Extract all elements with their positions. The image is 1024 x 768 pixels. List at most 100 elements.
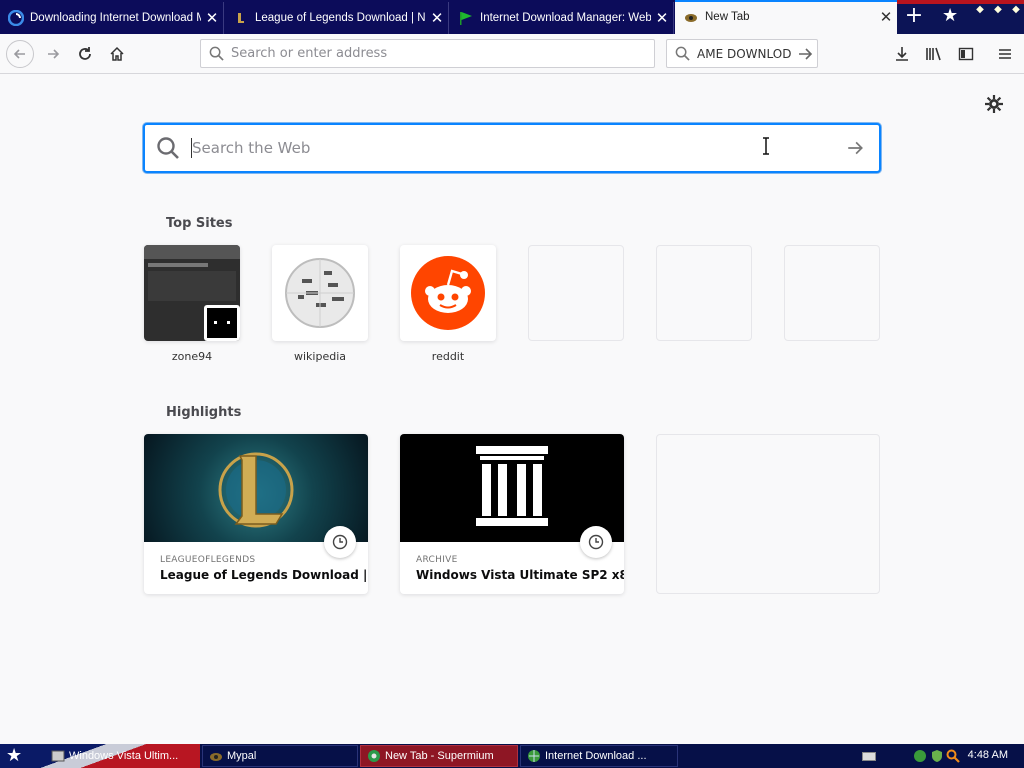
blue-spiral-icon [8, 10, 24, 26]
wikipedia-globe-icon [285, 258, 355, 328]
idm-globe-icon [528, 750, 540, 762]
site-label: wikipedia [293, 350, 346, 363]
highlight-card-empty [656, 434, 880, 594]
top-site-empty[interactable] [784, 245, 880, 341]
top-site-wikipedia[interactable]: wikipedia [272, 245, 368, 363]
tab-downloading-idm[interactable]: Downloading Internet Download Manager ✕ [0, 2, 224, 34]
back-arrow-icon [13, 49, 25, 59]
taskbar-item-idm[interactable]: Internet Download ... [520, 745, 678, 767]
highlights-heading: Highlights [166, 405, 242, 420]
empty-tile [528, 245, 624, 341]
address-bar[interactable]: Search or enter address [200, 39, 655, 68]
download-arrow-icon [896, 47, 908, 61]
close-icon[interactable]: ✕ [875, 8, 897, 26]
taskbar-item-label: Windows Vista Ultim... [69, 750, 179, 762]
close-icon[interactable]: ✕ [651, 9, 673, 27]
top-sites-heading: Top Sites [166, 216, 233, 231]
clock-icon [324, 526, 356, 558]
maximize-icon[interactable]: ◆ [990, 3, 1006, 17]
taskbar-item-label: Internet Download ... [545, 750, 647, 762]
minimize-icon[interactable]: ◆ [972, 3, 988, 17]
forward-arrow-icon [48, 49, 60, 59]
star-icon[interactable]: ★ [942, 4, 962, 28]
search-icon [145, 136, 191, 160]
close-icon[interactable]: ✕ [426, 9, 448, 27]
highlight-card-archive[interactable]: ARCHIVE Windows Vista Ultimate SP2 x86..… [400, 434, 624, 594]
site-thumbnail [144, 245, 240, 341]
network-icon[interactable] [912, 748, 928, 764]
site-thumbnail [400, 245, 496, 341]
library-button[interactable] [920, 40, 948, 68]
home-icon [110, 46, 124, 61]
search-bar-value: AME DOWNLOD [697, 46, 792, 61]
close-window-icon[interactable]: ◆ [1008, 3, 1024, 17]
taskbar-item-label: Mypal [227, 750, 257, 762]
keyboard-icon[interactable] [862, 750, 876, 762]
empty-tile [784, 245, 880, 341]
site-thumbnail [272, 245, 368, 341]
address-placeholder: Search or enter address [231, 46, 388, 61]
top-site-empty[interactable] [528, 245, 624, 341]
league-icon [238, 13, 244, 23]
site-favicon [204, 305, 240, 341]
forward-button[interactable] [39, 40, 67, 68]
top-site-zone94[interactable]: zone94 [144, 245, 240, 363]
new-tab-button[interactable]: + [902, 4, 926, 28]
tab-title: League of Legends Download | Nowa [255, 12, 426, 24]
highlight-title: League of Legends Download | ... [160, 568, 368, 582]
security-icon[interactable] [930, 749, 944, 763]
eye-icon [685, 14, 697, 22]
tab-league[interactable]: League of Legends Download | Nowa ✕ [225, 2, 449, 34]
taskbar-item-mypal[interactable]: Mypal [202, 745, 358, 767]
taskbar-item-vista[interactable]: Windows Vista Ultim... [44, 745, 200, 767]
menu-button[interactable] [991, 40, 1019, 68]
highlight-title: Windows Vista Ultimate SP2 x86... [416, 568, 624, 582]
taskbar-item-label: New Tab - Supermium [385, 750, 494, 762]
home-button[interactable] [103, 40, 131, 68]
tab-new-tab[interactable]: New Tab ✕ [675, 0, 897, 34]
web-search-placeholder: Search the Web [192, 139, 311, 157]
sidebar-button[interactable] [952, 40, 980, 68]
start-button-star-icon[interactable]: ★ [6, 746, 26, 766]
empty-tile [656, 245, 752, 341]
search-icon [667, 46, 697, 61]
highlight-source: LEAGUEOFLEGENDS [160, 555, 256, 565]
taskbar: ★ Windows Vista Ultim... Mypal New Tab -… [0, 744, 1024, 768]
library-icon [926, 47, 941, 61]
tab-strip: Downloading Internet Download Manager ✕ … [0, 0, 1024, 34]
tab-idm-web[interactable]: Internet Download Manager: Web ✕ [450, 2, 674, 34]
back-button[interactable] [6, 40, 34, 68]
taskbar-item-supermium[interactable]: New Tab - Supermium [360, 745, 518, 767]
highlight-source: ARCHIVE [416, 555, 458, 565]
system-clock[interactable]: 4:48 AM [968, 749, 1008, 761]
gear-icon[interactable] [984, 94, 1004, 114]
search-submit-arrow-icon[interactable] [831, 139, 879, 157]
reload-icon [79, 47, 91, 60]
site-label: zone94 [171, 350, 213, 363]
top-site-empty[interactable] [656, 245, 752, 341]
window-app-icon [51, 750, 65, 762]
sidebar-icon [958, 47, 974, 61]
close-icon[interactable]: ✕ [201, 9, 223, 27]
search-go-arrow-icon[interactable] [793, 46, 817, 62]
green-flag-icon [460, 12, 472, 25]
search-tray-icon[interactable] [946, 749, 960, 763]
tab-title: Internet Download Manager: Web [480, 12, 651, 24]
reddit-alien-icon [411, 256, 485, 330]
mypal-icon [210, 753, 222, 761]
clock-icon [580, 526, 612, 558]
hamburger-menu-icon [999, 49, 1011, 59]
navigation-toolbar: Search or enter address AME DOWNLOD [0, 34, 1024, 74]
tab-title: New Tab [705, 11, 750, 23]
search-icon [201, 46, 231, 61]
site-label: reddit [431, 350, 465, 363]
highlight-card-league[interactable]: LEAGUEOFLEGENDS League of Legends Downlo… [144, 434, 368, 594]
downloads-button[interactable] [888, 40, 916, 68]
search-bar[interactable]: AME DOWNLOD [666, 39, 818, 68]
tab-title: Downloading Internet Download Manager [30, 12, 201, 24]
web-search-box[interactable]: Search the Web [143, 123, 881, 173]
supermium-icon [368, 750, 380, 762]
ibeam-cursor-icon [762, 137, 770, 155]
reload-button[interactable] [71, 40, 99, 68]
top-site-reddit[interactable]: reddit [400, 245, 496, 363]
